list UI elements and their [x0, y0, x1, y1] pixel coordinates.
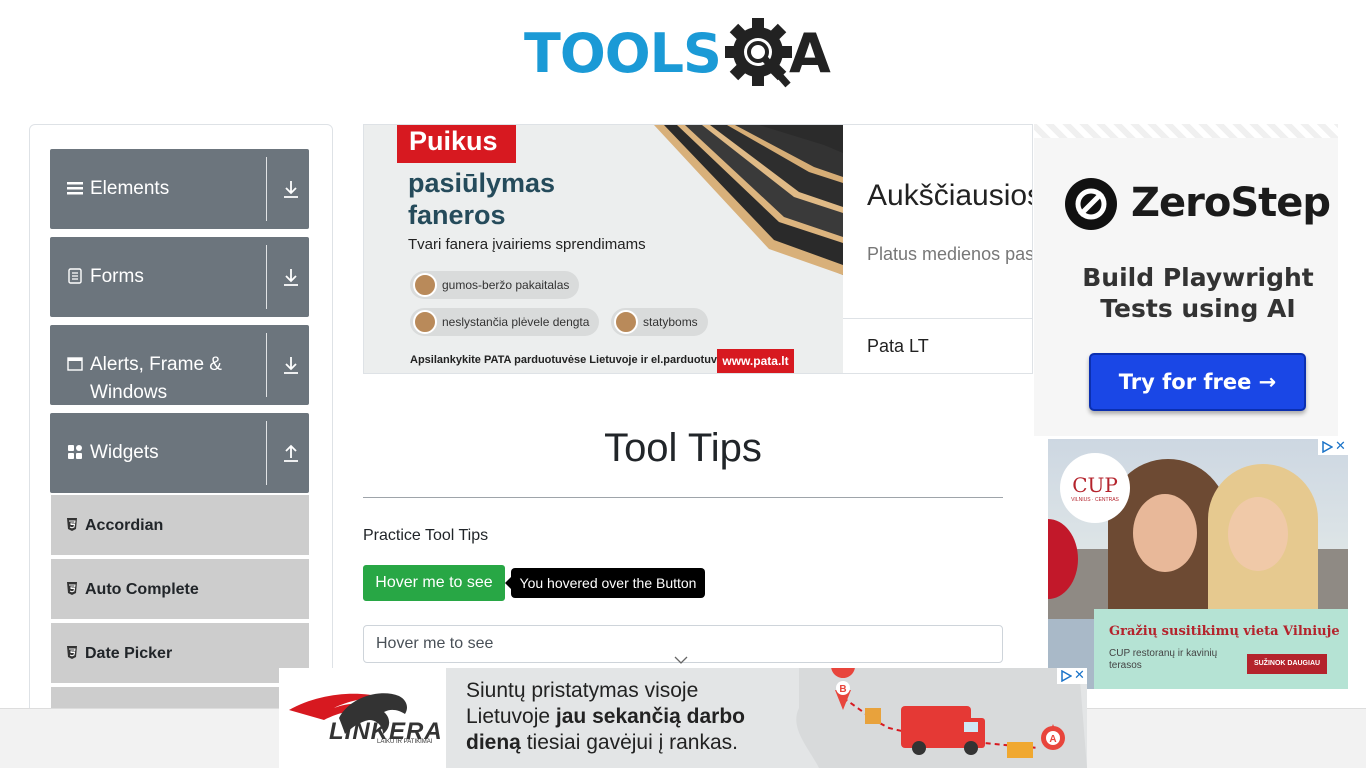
cup-logo: CUP VILNIUS · CENTRAS	[1060, 453, 1130, 523]
cup-headline: Gražių susitikimų vieta Vilniuje	[1109, 624, 1340, 639]
tagline-line1: Build Playwright	[1082, 263, 1314, 292]
ad-right-brand[interactable]: Pata LT	[867, 336, 929, 357]
ad-right-title[interactable]: Aukščiausios	[867, 179, 1032, 213]
chevron-down-icon	[674, 656, 688, 664]
cup-description: CUP restoranų ir kavinių terasos	[1109, 648, 1218, 671]
close-icon[interactable]: ✕	[1074, 668, 1085, 683]
linkera-slogan: LAIKU IR PATIKIMAI	[377, 739, 433, 745]
plywood-thumb-icon	[413, 310, 437, 334]
try-for-free-button[interactable]: Try for free →	[1089, 353, 1306, 411]
ad-chip: neslystančia plėvele dengta	[410, 308, 600, 336]
plywood-thumb-icon	[413, 273, 437, 297]
download-icon[interactable]	[282, 355, 300, 375]
html5-icon	[66, 518, 78, 531]
cup-ad[interactable]: CUP VILNIUS · CENTRAS Gražių susitikimų …	[1048, 439, 1348, 689]
tagline-line2: Tests using AI	[1100, 294, 1296, 323]
widgets-grid-icon	[67, 444, 83, 460]
logo-text: TOOLS	[524, 21, 722, 85]
sidebar-item-auto-complete[interactable]: Auto Complete	[51, 559, 309, 621]
ad-url-badge[interactable]: www.pata.lt	[717, 349, 794, 373]
toolsqa-logo[interactable]: TOOLS A	[524, 16, 848, 90]
cup-logo-word: CUP	[1072, 473, 1118, 497]
gear-magnifier-icon	[724, 16, 795, 90]
button-tooltip: You hovered over the Button	[511, 568, 705, 598]
linkera-ad[interactable]: LINKERA LAIKU IR PATIKIMAI Siuntų prista…	[279, 668, 1087, 768]
sidebar-item-label: Date Picker	[85, 645, 173, 662]
ad-subtitle: Tvari fanera įvairiems sprendimams	[408, 236, 646, 253]
divider	[266, 333, 267, 397]
ad-text-part: tiesiai gavėjui į rankas.	[520, 731, 738, 754]
practice-label: Practice Tool Tips	[363, 527, 489, 544]
left-sidebar: Elements Forms Alerts, Frame & Windows W…	[29, 124, 333, 724]
ad-chip-label: neslystančia plėvele dengta	[442, 315, 590, 329]
ad-photo-face	[1228, 497, 1288, 571]
sidebar-group-forms[interactable]: Forms	[50, 237, 309, 317]
pata-ad-banner[interactable]: Puikus pasiūlymas faneros Tvari fanera į…	[363, 124, 1033, 374]
ad-title-line2: faneros	[408, 200, 506, 230]
plywood-thumb-icon	[614, 310, 638, 334]
page-title: Tool Tips	[604, 426, 762, 470]
ad-chip-label: statyboms	[643, 315, 698, 329]
ad-chip-label: gumos-beržo pakaitalas	[442, 278, 570, 292]
download-icon[interactable]	[282, 267, 300, 287]
ad-pattern	[1034, 124, 1338, 138]
sidebar-group-label: Alerts, Frame & Windows	[90, 354, 222, 403]
ad-right-description: Platus medienos pas	[867, 244, 1033, 264]
zerostep-tagline: Build Playwright Tests using AI	[1064, 262, 1332, 324]
zerostep-logo-icon	[1065, 178, 1117, 230]
sidebar-group-label: Elements	[90, 178, 170, 199]
ad-chip: statyboms	[611, 308, 708, 336]
window-icon	[67, 356, 83, 372]
zerostep-ad[interactable]: ZeroStep Build Playwright Tests using AI…	[1034, 124, 1338, 436]
sidebar-group-elements[interactable]: Elements	[50, 149, 309, 229]
divider	[266, 245, 267, 309]
title-divider	[363, 497, 1003, 498]
cup-cta-button[interactable]: SUŽINOK DAUGIAU	[1247, 654, 1327, 674]
ad-image[interactable]: Puikus pasiūlymas faneros Tvari fanera į…	[364, 125, 843, 373]
adchoices-badge[interactable]: ✕	[1318, 439, 1348, 455]
linkera-logo: LINKERA LAIKU IR PATIKIMAI	[279, 668, 446, 768]
plywood-stack-image	[654, 125, 843, 275]
html5-icon	[66, 582, 78, 595]
divider	[266, 421, 267, 485]
ad-footer-text: Apsilankykite PATA parduotuvėse Lietuvoj…	[410, 354, 736, 366]
close-icon[interactable]: ✕	[1335, 439, 1346, 454]
cup-ad-panel: Gražių susitikimų vieta Vilniuje CUP res…	[1094, 609, 1348, 689]
logo-suffix: A	[788, 21, 831, 85]
ad-title-line1: pasiūlymas	[408, 168, 556, 198]
delivery-map-illustration: B A	[796, 668, 1087, 768]
divider	[266, 157, 267, 221]
sidebar-group-label: Forms	[90, 266, 144, 287]
divider	[843, 318, 1032, 319]
ad-chip: gumos-beržo pakaitalas	[410, 271, 580, 299]
sidebar-item-label: Auto Complete	[85, 581, 199, 598]
adchoices-icon	[1322, 441, 1333, 453]
sidebar-group-label: Widgets	[90, 442, 159, 463]
hamburger-icon	[67, 180, 83, 196]
ad-title: pasiūlymas faneros	[408, 167, 555, 231]
zerostep-brand: ZeroStep	[1131, 180, 1331, 226]
adchoices-badge[interactable]: ✕	[1057, 668, 1087, 684]
linkera-ad-text: Siuntų pristatymas visoje Lietuvoje jau …	[466, 678, 786, 756]
page: TOOLS A Elements Forms Alerts, Frame & W…	[0, 0, 1366, 768]
adchoices-icon	[1061, 670, 1072, 682]
ad-photo-face	[1133, 494, 1197, 572]
sidebar-group-alerts[interactable]: Alerts, Frame & Windows	[50, 325, 309, 405]
sidebar-group-widgets[interactable]: Widgets	[50, 413, 309, 493]
html5-icon	[66, 646, 78, 659]
sidebar-item-label: Accordian	[85, 517, 164, 534]
cup-logo-sub: VILNIUS · CENTRAS	[1071, 497, 1119, 503]
sidebar-item-date-picker[interactable]: Date Picker	[51, 623, 309, 685]
upload-icon[interactable]	[282, 443, 300, 463]
sidebar-item-accordian[interactable]: Accordian	[51, 495, 309, 557]
hover-me-button[interactable]: Hover me to see	[363, 565, 505, 601]
marker-a-label: A	[1049, 734, 1056, 745]
marker-b-label: B	[839, 684, 846, 695]
download-icon[interactable]	[282, 179, 300, 199]
ad-badge: Puikus	[397, 125, 516, 163]
form-doc-icon	[67, 268, 83, 284]
